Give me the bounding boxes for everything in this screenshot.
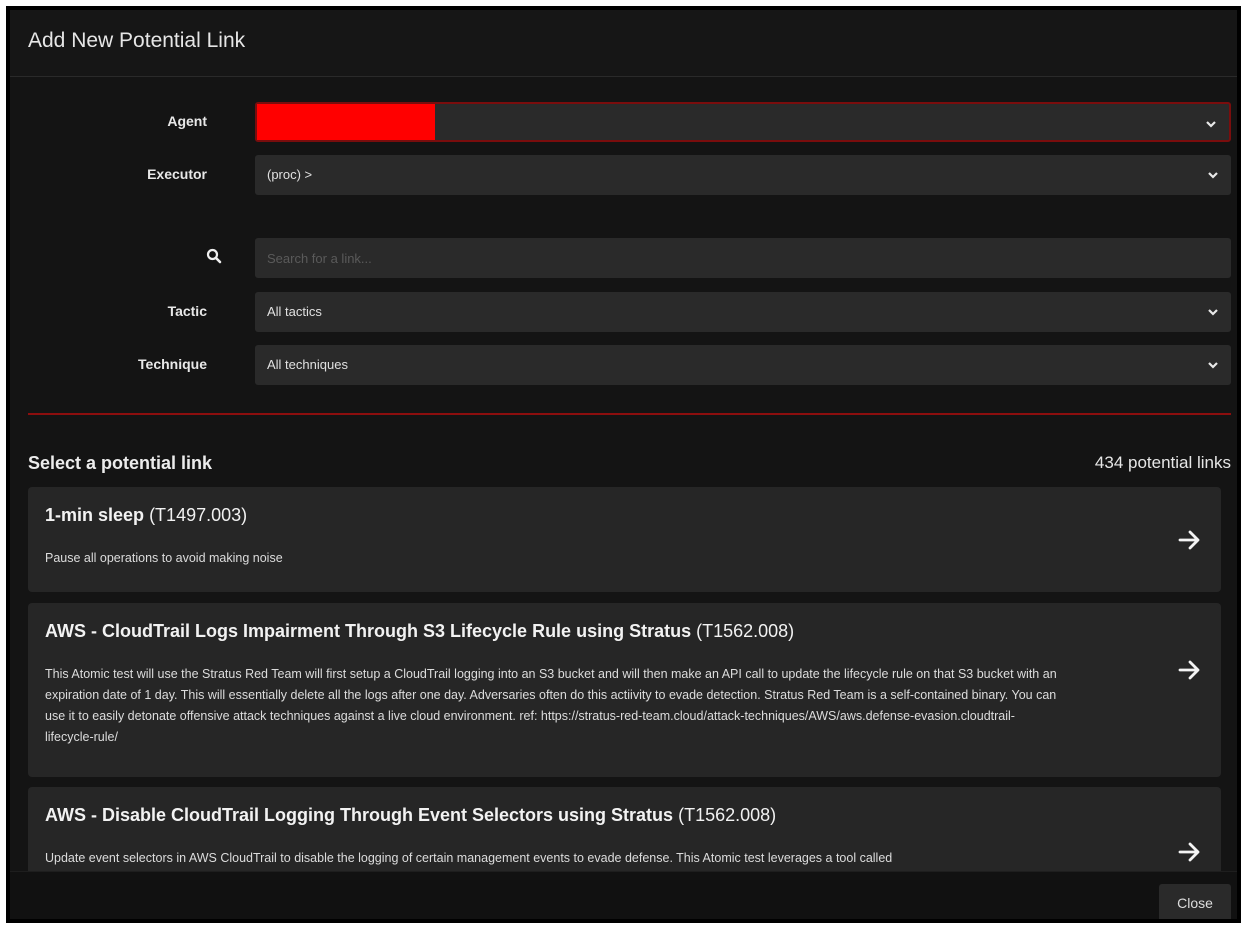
- modal-title: Add New Potential Link: [28, 29, 246, 52]
- chevron-down-icon: [1206, 121, 1216, 128]
- link-name: AWS - CloudTrail Logs Impairment Through…: [45, 621, 692, 641]
- technique-row: Technique All techniques: [10, 345, 1237, 385]
- link-technique-id: (T1497.003): [149, 505, 248, 525]
- chevron-down-icon: [1208, 172, 1218, 179]
- link-card[interactable]: 1-min sleep (T1497.003) Pause all operat…: [28, 487, 1221, 592]
- link-description: Pause all operations to avoid making noi…: [45, 551, 283, 565]
- technique-value: All techniques: [267, 357, 348, 372]
- chevron-down-icon: [1208, 362, 1218, 369]
- close-button[interactable]: Close: [1159, 884, 1231, 919]
- tactic-row: Tactic All tactics: [10, 292, 1237, 332]
- arrow-right-icon[interactable]: [1177, 657, 1203, 683]
- link-title: AWS - Disable CloudTrail Logging Through…: [45, 805, 1061, 826]
- agent-row: Agent: [10, 102, 1237, 142]
- search-field[interactable]: [255, 238, 1231, 278]
- link-technique-id: (T1562.008): [696, 621, 795, 641]
- link-technique-id: (T1562.008): [678, 805, 777, 825]
- link-name: AWS - Disable CloudTrail Logging Through…: [45, 805, 674, 825]
- link-card[interactable]: AWS - CloudTrail Logs Impairment Through…: [28, 603, 1221, 777]
- link-title: AWS - CloudTrail Logs Impairment Through…: [45, 621, 1061, 642]
- executor-value: (proc) >: [267, 167, 313, 182]
- arrow-right-icon[interactable]: [1177, 839, 1203, 865]
- results-count: 434 potential links: [1094, 453, 1231, 472]
- link-description: Update event selectors in AWS CloudTrail…: [45, 851, 893, 865]
- tactic-label: Tactic: [167, 303, 207, 319]
- agent-redacted-value: [257, 104, 435, 140]
- modal-frame: Add New Potential Link Agent Executor (p…: [6, 6, 1241, 923]
- agent-label: Agent: [167, 113, 207, 129]
- technique-select[interactable]: All techniques: [255, 345, 1231, 385]
- link-title: 1-min sleep (T1497.003): [45, 505, 1061, 526]
- search-row: [10, 238, 1237, 278]
- modal-footer: Close: [10, 871, 1237, 919]
- executor-label: Executor: [147, 166, 207, 182]
- executor-row: Executor (proc) >: [10, 155, 1237, 195]
- tactic-select[interactable]: All tactics: [255, 292, 1231, 332]
- link-description: This Atomic test will use the Stratus Re…: [45, 667, 1057, 744]
- section-divider: [28, 413, 1231, 415]
- technique-label: Technique: [138, 356, 207, 372]
- add-link-modal: Add New Potential Link Agent Executor (p…: [10, 10, 1237, 919]
- search-icon: [206, 248, 222, 264]
- search-input[interactable]: [267, 238, 1231, 278]
- link-name: 1-min sleep: [45, 505, 145, 525]
- modal-header: Add New Potential Link: [10, 10, 1237, 77]
- chevron-down-icon: [1208, 309, 1218, 316]
- arrow-right-icon[interactable]: [1177, 527, 1203, 553]
- results-heading: Select a potential link: [28, 453, 213, 473]
- tactic-value: All tactics: [267, 304, 322, 319]
- executor-select[interactable]: (proc) >: [255, 155, 1231, 195]
- agent-select[interactable]: [255, 102, 1231, 142]
